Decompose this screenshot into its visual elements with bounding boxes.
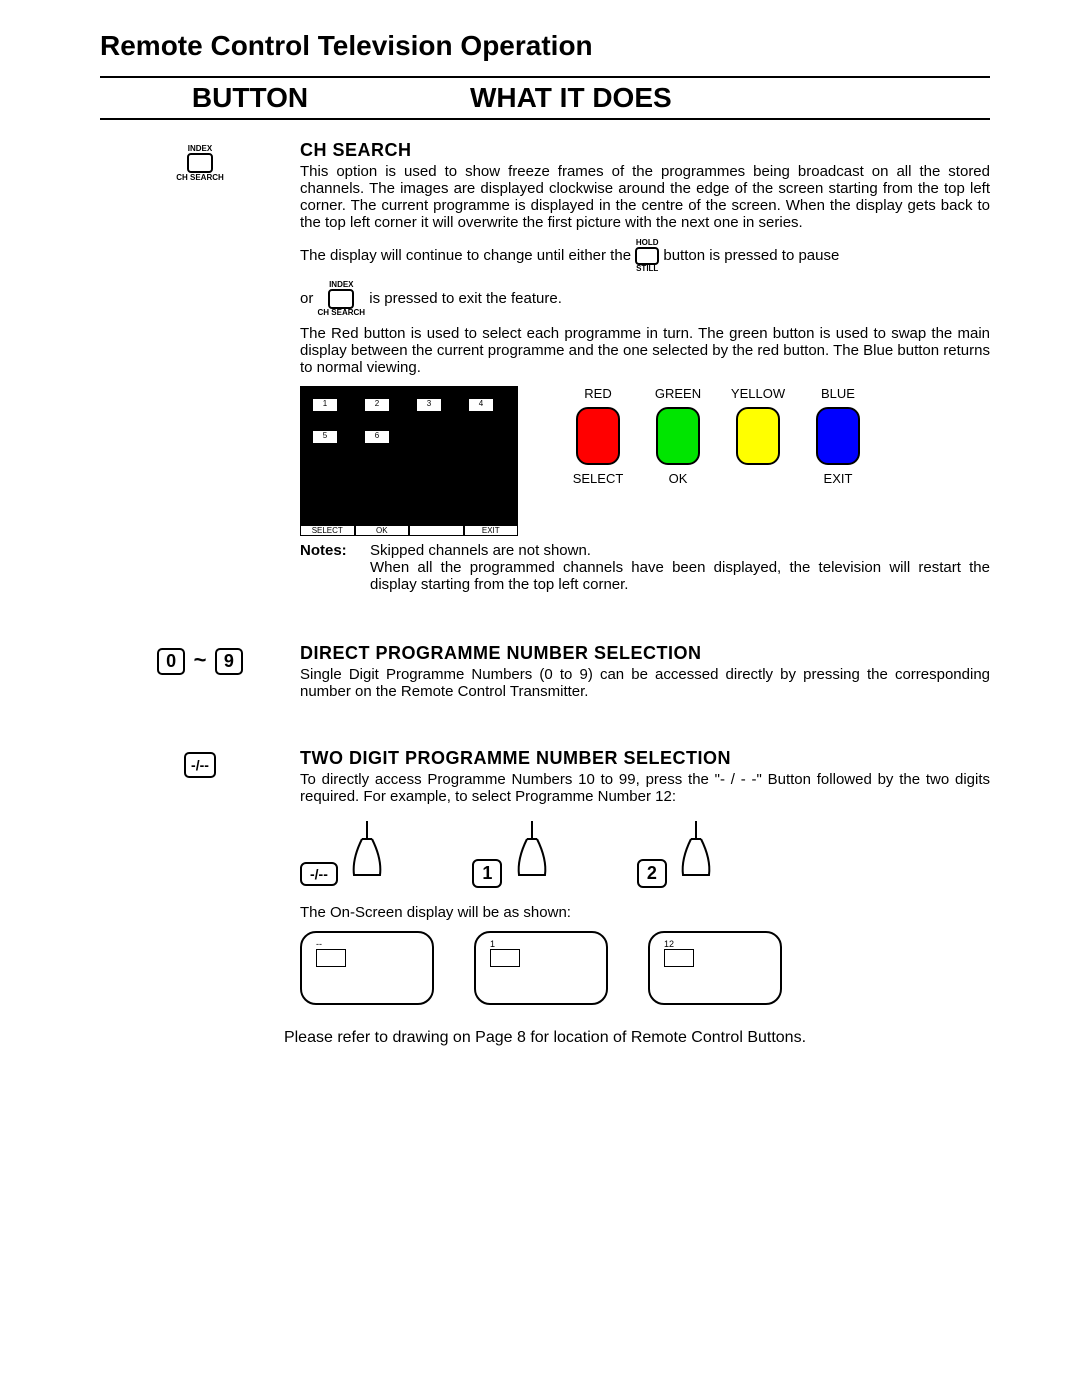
osd-box: 1 [474, 931, 608, 1005]
hand-icon [671, 819, 721, 879]
preview-thumb: 1 [312, 398, 338, 412]
osd-row: -- 1 12 [300, 931, 990, 1005]
twodigit-p2: The On-Screen display will be as shown: [300, 904, 990, 921]
hand-press-2: 1 [472, 819, 556, 890]
key-0-icon: 0 [157, 648, 185, 675]
hand-press-3: 2 [637, 819, 721, 890]
column-header-bar: BUTTON WHAT IT DOES [100, 76, 990, 120]
section-direct: 0 ~ 9 DIRECT PROGRAMME NUMBER SELECTION … [100, 643, 990, 708]
yellow-button-icon [736, 407, 780, 465]
page-title: Remote Control Television Operation [100, 30, 990, 62]
section-ch-search: INDEX CH SEARCH CH SEARCH This option is… [100, 140, 990, 593]
hand-icon [342, 819, 392, 879]
hand-press-1: -/-- [300, 819, 392, 890]
green-button-icon [656, 407, 700, 465]
hold-still-icon: HOLD STILL [635, 239, 659, 273]
ch-search-p4: The Red button is used to select each pr… [300, 325, 990, 376]
twodigit-heading: TWO DIGIT PROGRAMME NUMBER SELECTION [300, 748, 990, 769]
blue-button-icon [816, 407, 860, 465]
key-9-icon: 9 [215, 648, 243, 675]
osd-box: 12 [648, 931, 782, 1005]
notes-text: Skipped channels are not shown. When all… [370, 542, 990, 593]
hand-press-row: -/-- 1 2 [300, 819, 990, 890]
section-twodigit: -/-- TWO DIGIT PROGRAMME NUMBER SELECTIO… [100, 748, 990, 1005]
index-chsearch-icon: INDEX CH SEARCH [176, 144, 224, 182]
preview-thumb: 4 [468, 398, 494, 412]
direct-p1: Single Digit Programme Numbers (0 to 9) … [300, 666, 990, 700]
ch-search-heading: CH SEARCH [300, 140, 990, 161]
osd-box: -- [300, 931, 434, 1005]
preview-thumb: 3 [416, 398, 442, 412]
tilde-icon: ~ [194, 647, 207, 672]
index-chsearch-icon-inline: INDEX CH SEARCH [318, 281, 366, 317]
header-button: BUTTON [100, 82, 400, 114]
preview-thumb: 5 [312, 430, 338, 444]
notes-label: Notes: [300, 542, 370, 593]
preview-thumb: 2 [364, 398, 390, 412]
red-button-icon [576, 407, 620, 465]
header-what: WHAT IT DOES [400, 82, 990, 114]
yellow-button-col: YELLOW [718, 386, 798, 471]
tv-preview-footer: SELECT OK EXIT [300, 525, 518, 536]
tv-preview: 1 2 3 4 5 6 SELECT OK EXIT [300, 386, 518, 536]
blue-button-col: BLUE EXIT [798, 386, 878, 486]
red-button-col: RED SELECT [558, 386, 638, 486]
direct-heading: DIRECT PROGRAMME NUMBER SELECTION [300, 643, 990, 664]
colour-buttons-row: 1 2 3 4 5 6 SELECT OK EXIT RED SELECT GR [300, 386, 990, 536]
ch-search-p1: This option is used to show freeze frame… [300, 163, 990, 231]
green-button-col: GREEN OK [638, 386, 718, 486]
ch-search-p3: or INDEX CH SEARCH is pressed to exit th… [300, 281, 990, 317]
preview-thumb: 6 [364, 430, 390, 444]
twodigit-p1: To directly access Programme Numbers 10 … [300, 771, 990, 805]
hand-icon [507, 819, 557, 879]
ch-search-p2: The display will continue to change unti… [300, 239, 990, 273]
footer-note: Please refer to drawing on Page 8 for lo… [100, 1029, 990, 1047]
key-dash-icon: -/-- [184, 752, 216, 778]
notes-row: Notes: Skipped channels are not shown. W… [300, 542, 990, 593]
